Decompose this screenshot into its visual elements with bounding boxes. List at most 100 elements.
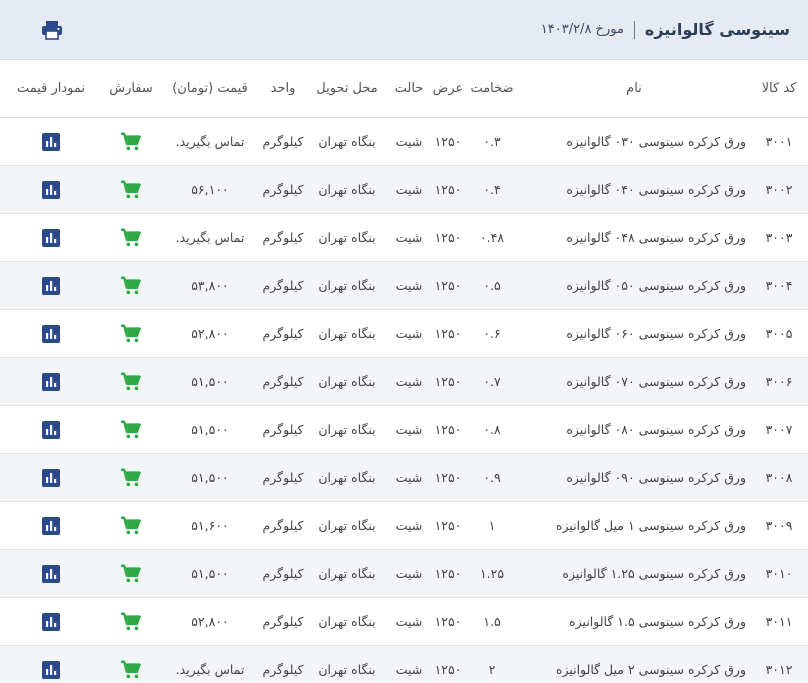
bar-chart-icon	[42, 468, 60, 487]
bar-chart-icon	[42, 180, 60, 199]
cart-icon	[121, 132, 141, 150]
price-chart-button[interactable]	[42, 420, 60, 439]
bar-chart-icon	[42, 420, 60, 439]
title-divider	[633, 20, 635, 39]
header-bar: سینوسی گالوانیزه مورخ ۱۴۰۳/۲/۸	[0, 0, 808, 60]
print-button[interactable]	[40, 18, 64, 42]
order-button[interactable]	[120, 132, 142, 152]
order-button[interactable]	[120, 468, 142, 488]
price-chart-button[interactable]	[42, 228, 60, 247]
price-chart-button[interactable]	[42, 564, 60, 583]
cell-name: ورق کرکره سینوسی ۲ میل گالوانیزه	[518, 645, 750, 683]
table-row: ۳۰۰۶ ورق کرکره سینوسی ۰۷۰ گالوانیزه ۰.۷ …	[0, 357, 808, 406]
cell-code: ۳۰۰۵	[750, 309, 808, 358]
cell-code: ۳۰۰۷	[750, 405, 808, 454]
table-row: ۳۰۱۰ ورق کرکره سینوسی ۱.۲۵ گالوانیزه ۱.۲…	[0, 549, 808, 598]
col-width-header[interactable]: عرض	[430, 60, 466, 118]
cell-thickness: ۰.۸	[466, 405, 518, 454]
cell-price: تماس بگیرید.	[160, 213, 260, 262]
cell-order	[102, 165, 160, 214]
cell-state: شیت	[388, 597, 430, 646]
cell-price: تماس بگیرید.	[160, 645, 260, 683]
cell-state: شیت	[388, 309, 430, 358]
col-price-header[interactable]: قیمت (تومان)	[160, 60, 260, 118]
price-chart-button[interactable]	[42, 372, 60, 391]
cell-thickness: ۰.۵	[466, 261, 518, 310]
cart-icon	[121, 612, 141, 630]
cart-icon	[121, 180, 141, 198]
table-row: ۳۰۰۸ ورق کرکره سینوسی ۰۹۰ گالوانیزه ۰.۹ …	[0, 453, 808, 502]
cell-width: ۱۲۵۰	[430, 309, 466, 358]
price-chart-button[interactable]	[42, 180, 60, 199]
col-delivery-header[interactable]: محل تحویل	[306, 60, 388, 118]
cell-state: شیت	[388, 357, 430, 406]
table-row: ۳۰۰۹ ورق کرکره سینوسی ۱ میل گالوانیزه ۱ …	[0, 501, 808, 550]
col-name-header[interactable]: نام	[518, 60, 750, 118]
cell-chart	[0, 309, 102, 358]
cell-name: ورق کرکره سینوسی ۱ میل گالوانیزه	[518, 501, 750, 550]
cart-icon	[121, 516, 141, 534]
cell-chart	[0, 453, 102, 502]
order-button[interactable]	[120, 324, 142, 344]
order-button[interactable]	[120, 276, 142, 296]
cell-name: ورق کرکره سینوسی ۰۹۰ گالوانیزه	[518, 453, 750, 502]
price-chart-button[interactable]	[42, 324, 60, 343]
cell-width: ۱۲۵۰	[430, 213, 466, 262]
cell-code: ۳۰۰۴	[750, 261, 808, 310]
cell-state: شیت	[388, 213, 430, 262]
cell-code: ۳۰۱۲	[750, 645, 808, 683]
cell-width: ۱۲۵۰	[430, 357, 466, 406]
cell-price: ۵۱,۵۰۰	[160, 453, 260, 502]
cell-name: ورق کرکره سینوسی ۰۳۰ گالوانیزه	[518, 117, 750, 166]
table-row: ۳۰۱۱ ورق کرکره سینوسی ۱.۵ گالوانیزه ۱.۵ …	[0, 597, 808, 646]
bar-chart-icon	[42, 228, 60, 247]
cell-name: ورق کرکره سینوسی ۱.۲۵ گالوانیزه	[518, 549, 750, 598]
cell-order	[102, 453, 160, 502]
cell-chart	[0, 213, 102, 262]
cell-unit: کیلوگرم	[260, 501, 306, 550]
table-row: ۳۰۰۷ ورق کرکره سینوسی ۰۸۰ گالوانیزه ۰.۸ …	[0, 405, 808, 454]
cell-width: ۱۲۵۰	[430, 165, 466, 214]
price-chart-button[interactable]	[42, 276, 60, 295]
price-chart-button[interactable]	[42, 132, 60, 151]
cell-code: ۳۰۰۳	[750, 213, 808, 262]
col-thickness-header[interactable]: ضخامت	[466, 60, 518, 118]
cell-unit: کیلوگرم	[260, 357, 306, 406]
col-code-header[interactable]: کد کالا	[750, 60, 808, 118]
header-title-group: سینوسی گالوانیزه مورخ ۱۴۰۳/۲/۸	[541, 20, 790, 39]
order-button[interactable]	[120, 420, 142, 440]
price-chart-button[interactable]	[42, 660, 60, 679]
bar-chart-icon	[42, 564, 60, 583]
cell-delivery: بنگاه تهران	[306, 549, 388, 598]
order-button[interactable]	[120, 660, 142, 680]
cell-state: شیت	[388, 165, 430, 214]
cell-width: ۱۲۵۰	[430, 549, 466, 598]
cell-delivery: بنگاه تهران	[306, 501, 388, 550]
cell-thickness: ۰.۷	[466, 357, 518, 406]
cell-thickness: ۰.۳	[466, 117, 518, 166]
cell-width: ۱۲۵۰	[430, 117, 466, 166]
order-button[interactable]	[120, 612, 142, 632]
order-button[interactable]	[120, 372, 142, 392]
order-button[interactable]	[120, 564, 142, 584]
col-unit-header[interactable]: واحد	[260, 60, 306, 118]
cell-delivery: بنگاه تهران	[306, 165, 388, 214]
bar-chart-icon	[42, 132, 60, 151]
price-chart-button[interactable]	[42, 612, 60, 631]
order-button[interactable]	[120, 516, 142, 536]
price-chart-button[interactable]	[42, 516, 60, 535]
col-state-header[interactable]: حالت	[388, 60, 430, 118]
cell-delivery: بنگاه تهران	[306, 597, 388, 646]
cell-unit: کیلوگرم	[260, 261, 306, 310]
cell-chart	[0, 645, 102, 683]
price-chart-button[interactable]	[42, 468, 60, 487]
cell-code: ۳۰۰۹	[750, 501, 808, 550]
cell-delivery: بنگاه تهران	[306, 261, 388, 310]
order-button[interactable]	[120, 228, 142, 248]
order-button[interactable]	[120, 180, 142, 200]
cell-name: ورق کرکره سینوسی ۰۴۸ گالوانیزه	[518, 213, 750, 262]
cell-code: ۳۰۱۱	[750, 597, 808, 646]
cell-chart	[0, 117, 102, 166]
cell-chart	[0, 165, 102, 214]
bar-chart-icon	[42, 516, 60, 535]
